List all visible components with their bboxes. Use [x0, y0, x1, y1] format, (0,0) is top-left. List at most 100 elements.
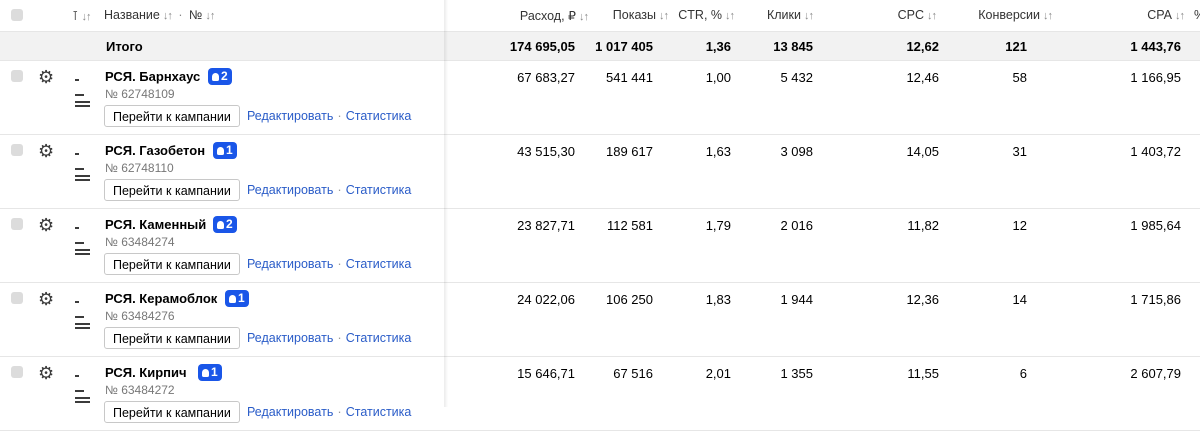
total-cpc: 12,62 — [906, 39, 939, 54]
cpa-column-header[interactable]: CPA ↓↑ — [1147, 8, 1185, 22]
row-checkbox[interactable] — [11, 70, 23, 82]
total-spend: 174 695,05 — [509, 39, 575, 54]
total-cpa: 1 443,76 — [1130, 39, 1181, 54]
recommendations-badge[interactable]: 1 — [213, 142, 237, 159]
campaign-row: ⚙ РСЯ. Кирпич 1 № 63484272 Перейти к кампани… — [0, 357, 1200, 431]
sort-arrows-icon: ↓↑ — [804, 10, 814, 22]
edit-link[interactable]: Редактировать — [247, 257, 333, 271]
sort-arrows-icon: ↓↑ — [725, 10, 735, 22]
ctr-column-header[interactable]: CTR, % ↓↑ — [678, 8, 735, 22]
campaign-name[interactable]: РСЯ. Газобетон — [105, 143, 205, 158]
gear-icon[interactable]: ⚙ — [38, 142, 54, 160]
cpa-cell: 1 985,64 — [1130, 218, 1181, 233]
cpa-cell: 1 715,86 — [1130, 292, 1181, 307]
go-to-campaign-button[interactable]: Перейти к кампании — [104, 327, 240, 349]
lightbulb-icon — [202, 369, 209, 377]
statistics-link[interactable]: Статистика — [346, 109, 412, 123]
statistics-link[interactable]: Статистика — [346, 257, 412, 271]
lightbulb-icon — [217, 147, 224, 155]
gear-icon[interactable]: ⚙ — [38, 364, 54, 382]
recommendations-badge[interactable]: 1 — [198, 364, 222, 381]
recommendations-badge[interactable]: 1 — [225, 290, 249, 307]
text-ad-icon — [75, 219, 90, 255]
row-actions: Редактировать · Статистика — [247, 108, 411, 123]
gear-icon[interactable]: ⚙ — [38, 216, 54, 234]
cpc-cell: 14,05 — [906, 144, 939, 159]
campaign-name[interactable]: РСЯ. Керамоблок — [105, 291, 217, 306]
statistics-link[interactable]: Статистика — [346, 405, 412, 419]
cpc-cell: 11,82 — [907, 218, 939, 233]
campaign-name[interactable]: РСЯ. Каменный — [105, 217, 206, 232]
lightbulb-icon — [217, 221, 224, 229]
recommendations-badge[interactable]: 2 — [213, 216, 237, 233]
campaign-id: № 63484272 — [105, 383, 175, 397]
impressions-cell: 67 516 — [613, 366, 653, 381]
row-checkbox[interactable] — [11, 366, 23, 378]
campaign-row: ⚙ РСЯ. Каменный 2 № 63484274 Перейти к кампа… — [0, 209, 1200, 283]
total-impressions: 1 017 405 — [595, 39, 653, 54]
edit-link[interactable]: Редактировать — [247, 331, 333, 345]
gear-icon[interactable]: ⚙ — [38, 68, 54, 86]
badge-count: 2 — [226, 217, 233, 231]
go-to-campaign-button[interactable]: Перейти к кампании — [104, 179, 240, 201]
impressions-column-header[interactable]: Показы ↓↑ — [613, 8, 669, 22]
row-checkbox[interactable] — [11, 218, 23, 230]
row-checkbox[interactable] — [11, 144, 23, 156]
row-actions: Редактировать · Статистика — [247, 404, 411, 419]
spend-cell: 24 022,06 — [517, 292, 575, 307]
campaign-row: ⚙ РСЯ. Керамоблок 1 № 63484276 Перейти к кам… — [0, 283, 1200, 357]
clicks-cell: 1 355 — [780, 366, 813, 381]
gear-icon[interactable]: ⚙ — [38, 290, 54, 308]
separator-dot: · — [337, 182, 342, 197]
flag-column-header[interactable]: ⊺ ↓↑ — [72, 8, 92, 23]
ctr-cell: 1,00 — [705, 70, 731, 85]
cpc-cell: 11,55 — [907, 366, 939, 381]
ctr-cell: 2,01 — [705, 366, 731, 381]
select-all-checkbox[interactable] — [11, 9, 23, 21]
sort-arrows-icon: ↓↑ — [162, 10, 173, 22]
sort-arrows-icon: ↓↑ — [205, 10, 215, 22]
recommendations-badge[interactable]: 2 — [208, 68, 232, 85]
spend-cell: 23 827,71 — [517, 218, 575, 233]
frozen-column-shadow — [444, 0, 448, 407]
separator-dot: · — [337, 108, 342, 123]
campaign-row: ⚙ РСЯ. Газобетон 1 № 62748110 Перейти к камп… — [0, 135, 1200, 209]
ctr-cell: 1,83 — [705, 292, 731, 307]
conversions-column-header[interactable]: Конверсии ↓↑ — [978, 8, 1053, 22]
clicks-cell: 1 944 — [780, 292, 813, 307]
campaign-name[interactable]: РСЯ. Барнхаус — [105, 69, 200, 84]
row-checkbox[interactable] — [11, 292, 23, 304]
cpa-cell: 2 607,79 — [1130, 366, 1181, 381]
edit-link[interactable]: Редактировать — [247, 405, 333, 419]
row-actions: Редактировать · Статистика — [247, 330, 411, 345]
text-ad-icon — [75, 367, 90, 403]
ctr-cell: 1,63 — [705, 144, 731, 159]
sort-arrows-icon: ↓↑ — [1043, 10, 1053, 22]
lightbulb-icon — [212, 73, 219, 81]
campaign-id: № 63484274 — [105, 235, 175, 249]
cpc-column-header[interactable]: CPC ↓↑ — [898, 8, 937, 22]
statistics-link[interactable]: Статистика — [346, 183, 412, 197]
go-to-campaign-button[interactable]: Перейти к кампании — [104, 105, 240, 127]
truncated-column-header: % — [1194, 8, 1200, 22]
go-to-campaign-button[interactable]: Перейти к кампании — [104, 401, 240, 423]
conversions-cell: 31 — [1012, 144, 1027, 159]
spend-column-header[interactable]: Расход, ₽ ↓↑ — [520, 8, 589, 23]
statistics-link[interactable]: Статистика — [346, 331, 412, 345]
total-conversions: 121 — [1005, 39, 1027, 54]
campaign-id: № 63484276 — [105, 309, 175, 323]
total-ctr: 1,36 — [705, 39, 731, 54]
clicks-cell: 5 432 — [780, 70, 813, 85]
edit-link[interactable]: Редактировать — [247, 183, 333, 197]
name-column-header[interactable]: Название ↓↑ · № ↓↑ — [104, 8, 215, 22]
spend-cell: 43 515,30 — [517, 144, 575, 159]
badge-count: 1 — [238, 291, 245, 305]
clicks-column-header[interactable]: Клики ↓↑ — [767, 8, 814, 22]
separator-dot: · — [337, 256, 342, 271]
campaign-name[interactable]: РСЯ. Кирпич — [105, 365, 187, 380]
go-to-campaign-button[interactable]: Перейти к кампании — [104, 253, 240, 275]
row-actions: Редактировать · Статистика — [247, 256, 411, 271]
edit-link[interactable]: Редактировать — [247, 109, 333, 123]
badge-count: 2 — [221, 69, 228, 83]
row-actions: Редактировать · Статистика — [247, 182, 411, 197]
